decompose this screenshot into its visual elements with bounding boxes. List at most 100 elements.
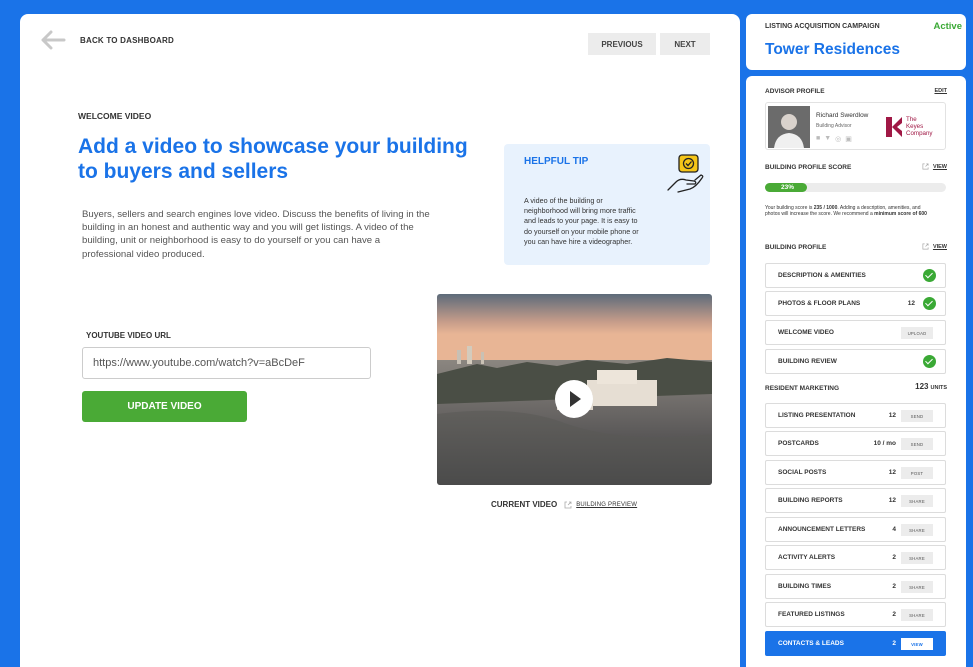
- instagram-icon[interactable]: ◎: [835, 135, 841, 143]
- marketing-item-label: SOCIAL POSTS: [778, 469, 827, 476]
- marketing-item[interactable]: LISTING PRESENTATION 12 SEND: [765, 403, 946, 428]
- youtube-url-label: YOUTUBE VIDEO URL: [86, 331, 171, 340]
- previous-button[interactable]: PREVIOUS: [588, 33, 656, 55]
- profile-item-description[interactable]: DESCRIPTION & AMENITIES: [765, 263, 946, 288]
- marketing-item[interactable]: POSTCARDS 10 / mo SEND: [765, 431, 946, 456]
- marketing-item-count: 4: [892, 526, 896, 533]
- main-panel: BACK TO DASHBOARD PREVIOUS NEXT WELCOME …: [20, 14, 740, 667]
- marketing-item-count: 12: [888, 497, 896, 504]
- score-view-label: VIEW: [932, 163, 947, 170]
- tip-body: A video of the building or neighborhood …: [524, 196, 639, 246]
- edit-link[interactable]: EDIT: [934, 88, 947, 94]
- score-minimum: minimum score of 600: [874, 211, 927, 218]
- marketing-action-button[interactable]: SHARE: [901, 552, 933, 564]
- external-link-icon: [922, 163, 929, 170]
- tip-title: HELPFUL TIP: [524, 156, 589, 167]
- marketing-action-button[interactable]: SHARE: [901, 609, 933, 621]
- sidebar: ADVISOR PROFILE EDIT Richard Swerdlow Bu…: [746, 76, 966, 667]
- check-icon: [923, 355, 936, 368]
- marketing-item[interactable]: SOCIAL POSTS 12 POST: [765, 460, 946, 485]
- advisor-card: Richard Swerdlow Building Advisor ■ ▼ ◎ …: [765, 102, 946, 150]
- building-name: Tower Residences: [765, 41, 900, 58]
- advisor-name: Richard Swerdlow: [816, 112, 869, 119]
- marketing-item-label: CONTACTS & LEADS: [778, 640, 844, 647]
- external-link-icon: [922, 243, 929, 250]
- marketing-item-label: ACTIVITY ALERTS: [778, 554, 836, 561]
- company-name: The Keyes Company: [906, 116, 933, 137]
- marketing-item-count: 2: [892, 554, 896, 561]
- back-label: BACK TO DASHBOARD: [80, 35, 174, 45]
- avatar: [768, 106, 810, 148]
- upload-button[interactable]: UPLOAD: [901, 327, 933, 339]
- marketing-item-label: POSTCARDS: [778, 440, 819, 447]
- back-to-dashboard-link[interactable]: BACK TO DASHBOARD: [40, 30, 174, 50]
- social-links: ■ ▼ ◎ ▣: [816, 135, 852, 143]
- units-label: UNITS: [930, 385, 948, 391]
- page-title: Add a video to showcase your building to…: [78, 135, 468, 183]
- description: Buyers, sellers and search engines love …: [82, 209, 430, 260]
- check-icon: [923, 269, 936, 282]
- marketing-action-button[interactable]: SHARE: [901, 581, 933, 593]
- arrow-left-icon: [41, 30, 66, 50]
- marketing-item[interactable]: FEATURED LISTINGS 2 SHARE: [765, 602, 946, 627]
- score-percent: 23%: [781, 184, 795, 191]
- marketing-item-count: 2: [892, 640, 896, 647]
- marketing-item[interactable]: BUILDING TIMES 2 SHARE: [765, 574, 946, 599]
- section-label: WELCOME VIDEO: [78, 111, 152, 121]
- score-text-prefix: Your building score is: [765, 205, 814, 211]
- resident-marketing-heading: RESIDENT MARKETING: [765, 385, 840, 392]
- profile-item-label: BUILDING REVIEW: [778, 358, 837, 365]
- hand-check-icon: [667, 154, 704, 193]
- company-line-3: Company: [906, 129, 933, 137]
- marketing-item-label: LISTING PRESENTATION: [778, 412, 856, 419]
- units-count: 123 UNITS: [915, 382, 947, 391]
- advisor-profile-heading: ADVISOR PROFILE: [765, 88, 825, 95]
- marketing-item[interactable]: ANNOUNCEMENT LETTERS 4 SHARE: [765, 517, 946, 542]
- marketing-action-button[interactable]: SEND: [901, 410, 933, 422]
- marketing-item-count: 12: [888, 469, 896, 476]
- building-profile-heading: BUILDING PROFILE: [765, 244, 827, 251]
- profile-item-label: DESCRIPTION & AMENITIES: [778, 272, 866, 279]
- marketing-item-label: ANNOUNCEMENT LETTERS: [778, 526, 866, 533]
- campaign-title: LISTING ACQUISITION CAMPAIGN: [765, 23, 880, 30]
- profile-item-label: WELCOME VIDEO: [778, 329, 834, 336]
- marketing-item[interactable]: BUILDING REPORTS 12 SHARE: [765, 488, 946, 513]
- score-progress-bar: 23%: [765, 183, 946, 192]
- current-video-label: CURRENT VIDEO: [491, 500, 558, 509]
- profile-item-label: PHOTOS & FLOOR PLANS: [778, 300, 861, 307]
- youtube-url-input[interactable]: [82, 347, 371, 379]
- building-profile-view-label: VIEW: [932, 243, 947, 250]
- marketing-item-count: 2: [892, 611, 896, 618]
- facebook-icon[interactable]: ■: [816, 135, 820, 143]
- building-preview-link[interactable]: BUILDING PREVIEW: [576, 502, 637, 508]
- score-description: Your building score is 235 / 1000. Addin…: [765, 205, 930, 218]
- next-button[interactable]: NEXT: [660, 33, 710, 55]
- building-profile-view-link[interactable]: VIEW: [922, 243, 947, 250]
- score-view-link[interactable]: VIEW: [922, 163, 947, 170]
- linkedin-icon[interactable]: ▣: [845, 135, 852, 143]
- marketing-item-count: 2: [892, 583, 896, 590]
- profile-item-photos[interactable]: PHOTOS & FLOOR PLANS 12: [765, 291, 946, 316]
- profile-item-building-review[interactable]: BUILDING REVIEW: [765, 349, 946, 374]
- current-video-caption: CURRENT VIDEO BUILDING PREVIEW: [491, 500, 637, 509]
- marketing-action-button[interactable]: POST: [901, 467, 933, 479]
- helpful-tip-card: HELPFUL TIP A video of the building or n…: [504, 144, 710, 265]
- marketing-item[interactable]: CONTACTS & LEADS 2 VIEW: [765, 631, 946, 656]
- marketing-item-label: BUILDING REPORTS: [778, 497, 843, 504]
- marketing-action-button[interactable]: SHARE: [901, 524, 933, 536]
- marketing-item[interactable]: ACTIVITY ALERTS 2 SHARE: [765, 545, 946, 570]
- twitter-icon[interactable]: ▼: [824, 135, 831, 143]
- status-badge: Active: [933, 21, 962, 32]
- profile-item-welcome-video[interactable]: WELCOME VIDEO UPLOAD: [765, 320, 946, 345]
- marketing-action-button[interactable]: VIEW: [901, 638, 933, 650]
- marketing-action-button[interactable]: SEND: [901, 438, 933, 450]
- score-progress-fill: 23%: [765, 183, 807, 192]
- campaign-header: LISTING ACQUISITION CAMPAIGN Active Towe…: [746, 14, 966, 70]
- marketing-action-button[interactable]: SHARE: [901, 495, 933, 507]
- current-video-player[interactable]: [437, 294, 712, 485]
- check-icon: [923, 297, 936, 310]
- external-link-icon: [564, 501, 572, 508]
- building-profile-score-heading: BUILDING PROFILE SCORE: [765, 164, 852, 171]
- update-video-button[interactable]: UPDATE VIDEO: [82, 391, 247, 422]
- play-icon[interactable]: [555, 380, 593, 418]
